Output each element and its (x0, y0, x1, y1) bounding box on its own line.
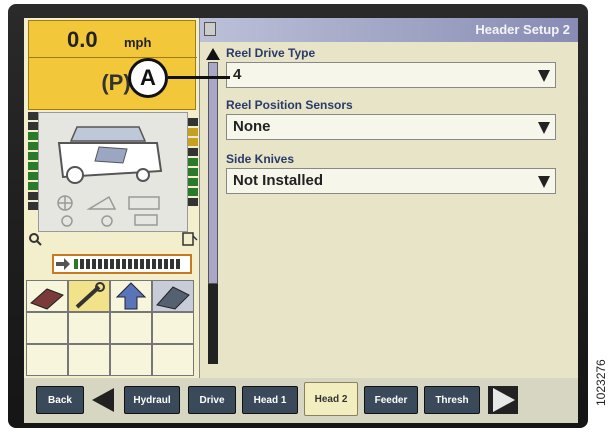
dropdown-arrow-icon[interactable] (538, 70, 550, 82)
tab-hydraul[interactable]: Hydraul (124, 386, 180, 414)
tab-head-2[interactable]: Head 2 (304, 382, 358, 416)
field-label-reel-drive-type: Reel Drive Type (226, 46, 316, 60)
speed-divider (29, 57, 197, 58)
combine-harvester-icon (49, 119, 169, 189)
dropdown-value: None (233, 118, 271, 135)
chevron-right-icon[interactable] (493, 388, 515, 412)
progress-segments (74, 259, 182, 269)
reel-position-sensors-dropdown[interactable]: None (226, 114, 556, 140)
next-page-button[interactable] (488, 386, 518, 414)
dropdown-value: 4 (233, 66, 242, 83)
fuel-icon (182, 232, 198, 246)
scroll-up-icon[interactable] (206, 48, 220, 60)
screen-header: Header Setup 2 (200, 18, 578, 42)
speed-unit: mph (124, 35, 152, 50)
field-label-side-knives: Side Knives (226, 152, 295, 166)
header-icon (30, 288, 64, 310)
tile-wrench[interactable] (68, 280, 110, 312)
tile-up-arrow[interactable] (110, 280, 152, 312)
reel-drive-type-dropdown[interactable]: 4 (226, 62, 556, 88)
dropdown-arrow-icon[interactable] (538, 122, 550, 134)
tab-drive[interactable]: Drive (188, 386, 236, 414)
side-knives-dropdown[interactable]: Not Installed (226, 168, 556, 194)
settings-list: Reel Drive Type 4 Reel Position Sensors … (224, 42, 578, 378)
subsystem-icons (57, 195, 160, 227)
left-gauge (28, 112, 38, 232)
tab-feeder[interactable]: Feeder (364, 386, 418, 414)
display-screen: 0.0 mph (P) Header Setup 2 Reel Drive Ty… (24, 18, 578, 423)
speed-box: 0.0 mph (P) (28, 20, 197, 110)
right-gauge (188, 118, 198, 228)
wrench-icon (75, 282, 105, 309)
tile-header[interactable] (26, 280, 68, 312)
shortcut-tiles (26, 280, 196, 376)
grain-tank-icon (28, 232, 42, 246)
prev-page-button[interactable] (88, 386, 118, 414)
status-panel: 0.0 mph (P) (24, 18, 200, 378)
unload-arrow-icon (56, 258, 70, 270)
scroll-track-lower[interactable] (208, 284, 218, 364)
back-button[interactable]: Back (36, 386, 84, 414)
callout-marker: A (128, 58, 168, 98)
machine-status-graphic (38, 112, 188, 232)
dropdown-arrow-icon[interactable] (538, 176, 550, 188)
up-arrow-icon (115, 282, 147, 310)
field-label-reel-position-sensors: Reel Position Sensors (226, 98, 353, 112)
figure-id: 1023276 (594, 359, 608, 406)
scrollbar[interactable] (202, 44, 224, 374)
page-title: Header Setup 2 (475, 22, 570, 37)
dropdown-value: Not Installed (233, 172, 324, 189)
bottom-button-bar: Back Hydraul Drive Head 1 Head 2 Feeder … (24, 378, 578, 423)
chevron-left-icon[interactable] (92, 388, 114, 412)
callout-leader-line (168, 76, 230, 79)
scroll-thumb[interactable] (208, 62, 218, 284)
park-letter: P (108, 70, 124, 95)
field-icon (156, 286, 190, 310)
tile-field[interactable] (152, 280, 194, 312)
speed-value: 0.0 (67, 27, 98, 52)
tab-thresh[interactable]: Thresh (424, 386, 480, 414)
menu-icon[interactable] (204, 22, 216, 36)
unload-progress-bar (52, 254, 192, 274)
tab-head-1[interactable]: Head 1 (242, 386, 298, 414)
manual-figure: 0.0 mph (P) Header Setup 2 Reel Drive Ty… (0, 0, 616, 433)
